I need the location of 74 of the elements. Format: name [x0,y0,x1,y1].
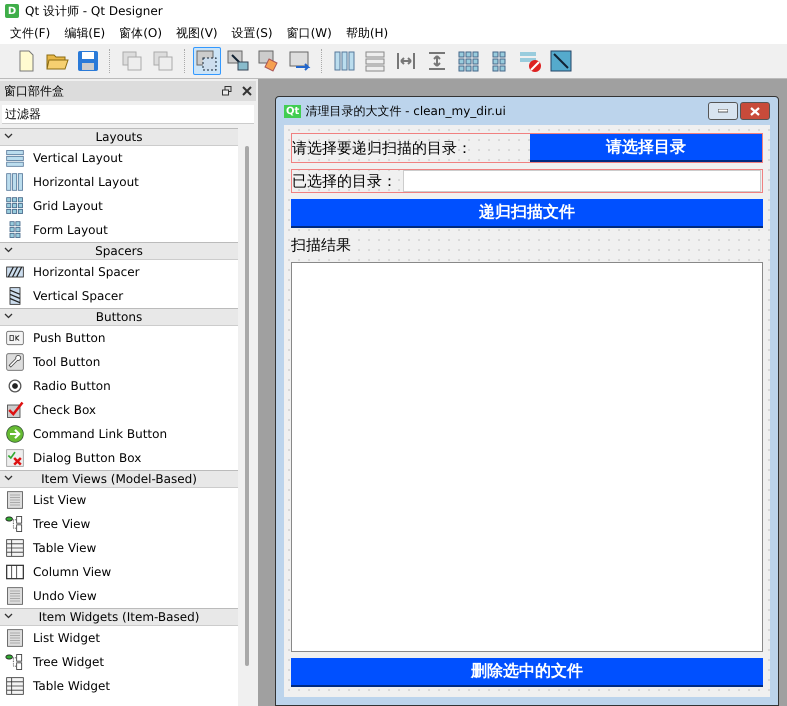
menu-item[interactable]: 设置(S) [224,24,280,42]
widget-item[interactable]: Vertical Layout [33,151,123,165]
scrollbar-thumb[interactable] [245,146,249,666]
chevron-icon [4,313,13,319]
window-title: Qt 设计师 - Qt Designer [25,2,163,20]
qt-logo-icon: Qt [284,104,302,118]
widget-item[interactable]: Radio Button [33,379,111,393]
category-header[interactable]: Spacers [0,242,238,260]
widget-item[interactable]: Column View [33,565,112,579]
widget-item[interactable]: List Widget [33,631,100,645]
close-icon[interactable] [242,86,252,96]
selected-directory-label: 已选择的目录： [292,172,398,190]
directory-prompt-label: 请选择要递归扫描的目录： [292,138,473,158]
float-icon[interactable] [222,86,232,96]
tree-icon [5,514,25,534]
category-header[interactable]: Layouts [0,128,238,146]
list-icon [5,490,25,510]
delete-button[interactable]: 删除选中的文件 [291,658,763,687]
list-icon [5,586,25,606]
ok-button-icon [5,328,25,348]
widget-item[interactable]: Tool Button [33,355,100,369]
app-logo-icon: D [5,4,19,18]
arrow-circle-icon [5,424,25,444]
edit-widgets-icon[interactable] [193,47,221,75]
widget-item[interactable]: Horizontal Spacer [33,265,140,279]
table-icon [5,538,25,558]
widget-item[interactable]: Undo View [33,589,97,603]
chevron-icon [4,613,13,619]
menu-item[interactable]: 编辑(E) [57,24,112,42]
category-header[interactable]: Item Widgets (Item-Based) [0,608,238,626]
menu-item[interactable]: 视图(V) [169,24,225,42]
list-icon [5,628,25,648]
widget-item[interactable]: Dialog Button Box [33,451,142,465]
widget-item[interactable]: List View [33,493,86,507]
widget-item[interactable]: Grid Layout [33,199,103,213]
tree-icon [5,652,25,672]
menu-item[interactable]: 窗体(O) [112,24,170,42]
minimize-button[interactable] [708,102,738,120]
checkbox-icon [5,400,25,420]
widget-item[interactable]: Table View [33,541,96,555]
menu-item[interactable]: 文件(F) [3,24,58,42]
widget-item[interactable]: Command Link Button [33,427,168,441]
scan-button[interactable]: 递归扫描文件 [291,199,763,228]
rows-icon [5,148,25,168]
menu-item[interactable]: 帮助(H) [338,24,396,42]
columns-icon [5,562,25,582]
widget-item[interactable]: Tree View [33,517,90,531]
widget-item[interactable]: Push Button [33,331,106,345]
columns-icon [5,172,25,192]
close-icon [750,106,760,116]
filter-field[interactable]: 过滤器 [2,105,254,124]
widget-item[interactable]: Tree Widget [33,655,104,669]
widget-item[interactable]: Vertical Spacer [33,289,124,303]
widget-item[interactable]: Form Layout [33,223,108,237]
results-label: 扫描结果 [291,236,352,256]
check-cross-icon [5,448,25,468]
chevron-icon [4,247,13,253]
grid-icon [5,196,25,216]
chevron-icon [4,133,13,139]
directory-field[interactable] [403,170,761,192]
widget-item[interactable]: Check Box [33,403,96,417]
widget-item[interactable]: Horizontal Layout [33,175,139,189]
close-button[interactable] [740,102,770,120]
category-header[interactable]: Item Views (Model-Based) [0,470,238,488]
minimize-icon [718,109,728,113]
table-icon [5,676,25,696]
panel-title: 窗口部件盒 [4,82,64,100]
form-window-title: 清理目录的大文件 - clean_my_dir.ui [305,102,507,120]
category-header[interactable]: Buttons [0,308,238,326]
chevron-icon [4,475,13,481]
widget-item[interactable]: Table Widget [33,679,110,693]
menu-item[interactable]: 窗口(W) [280,24,339,42]
choose-directory-button[interactable]: 请选择目录 [530,134,762,162]
wrench-icon [5,352,25,372]
